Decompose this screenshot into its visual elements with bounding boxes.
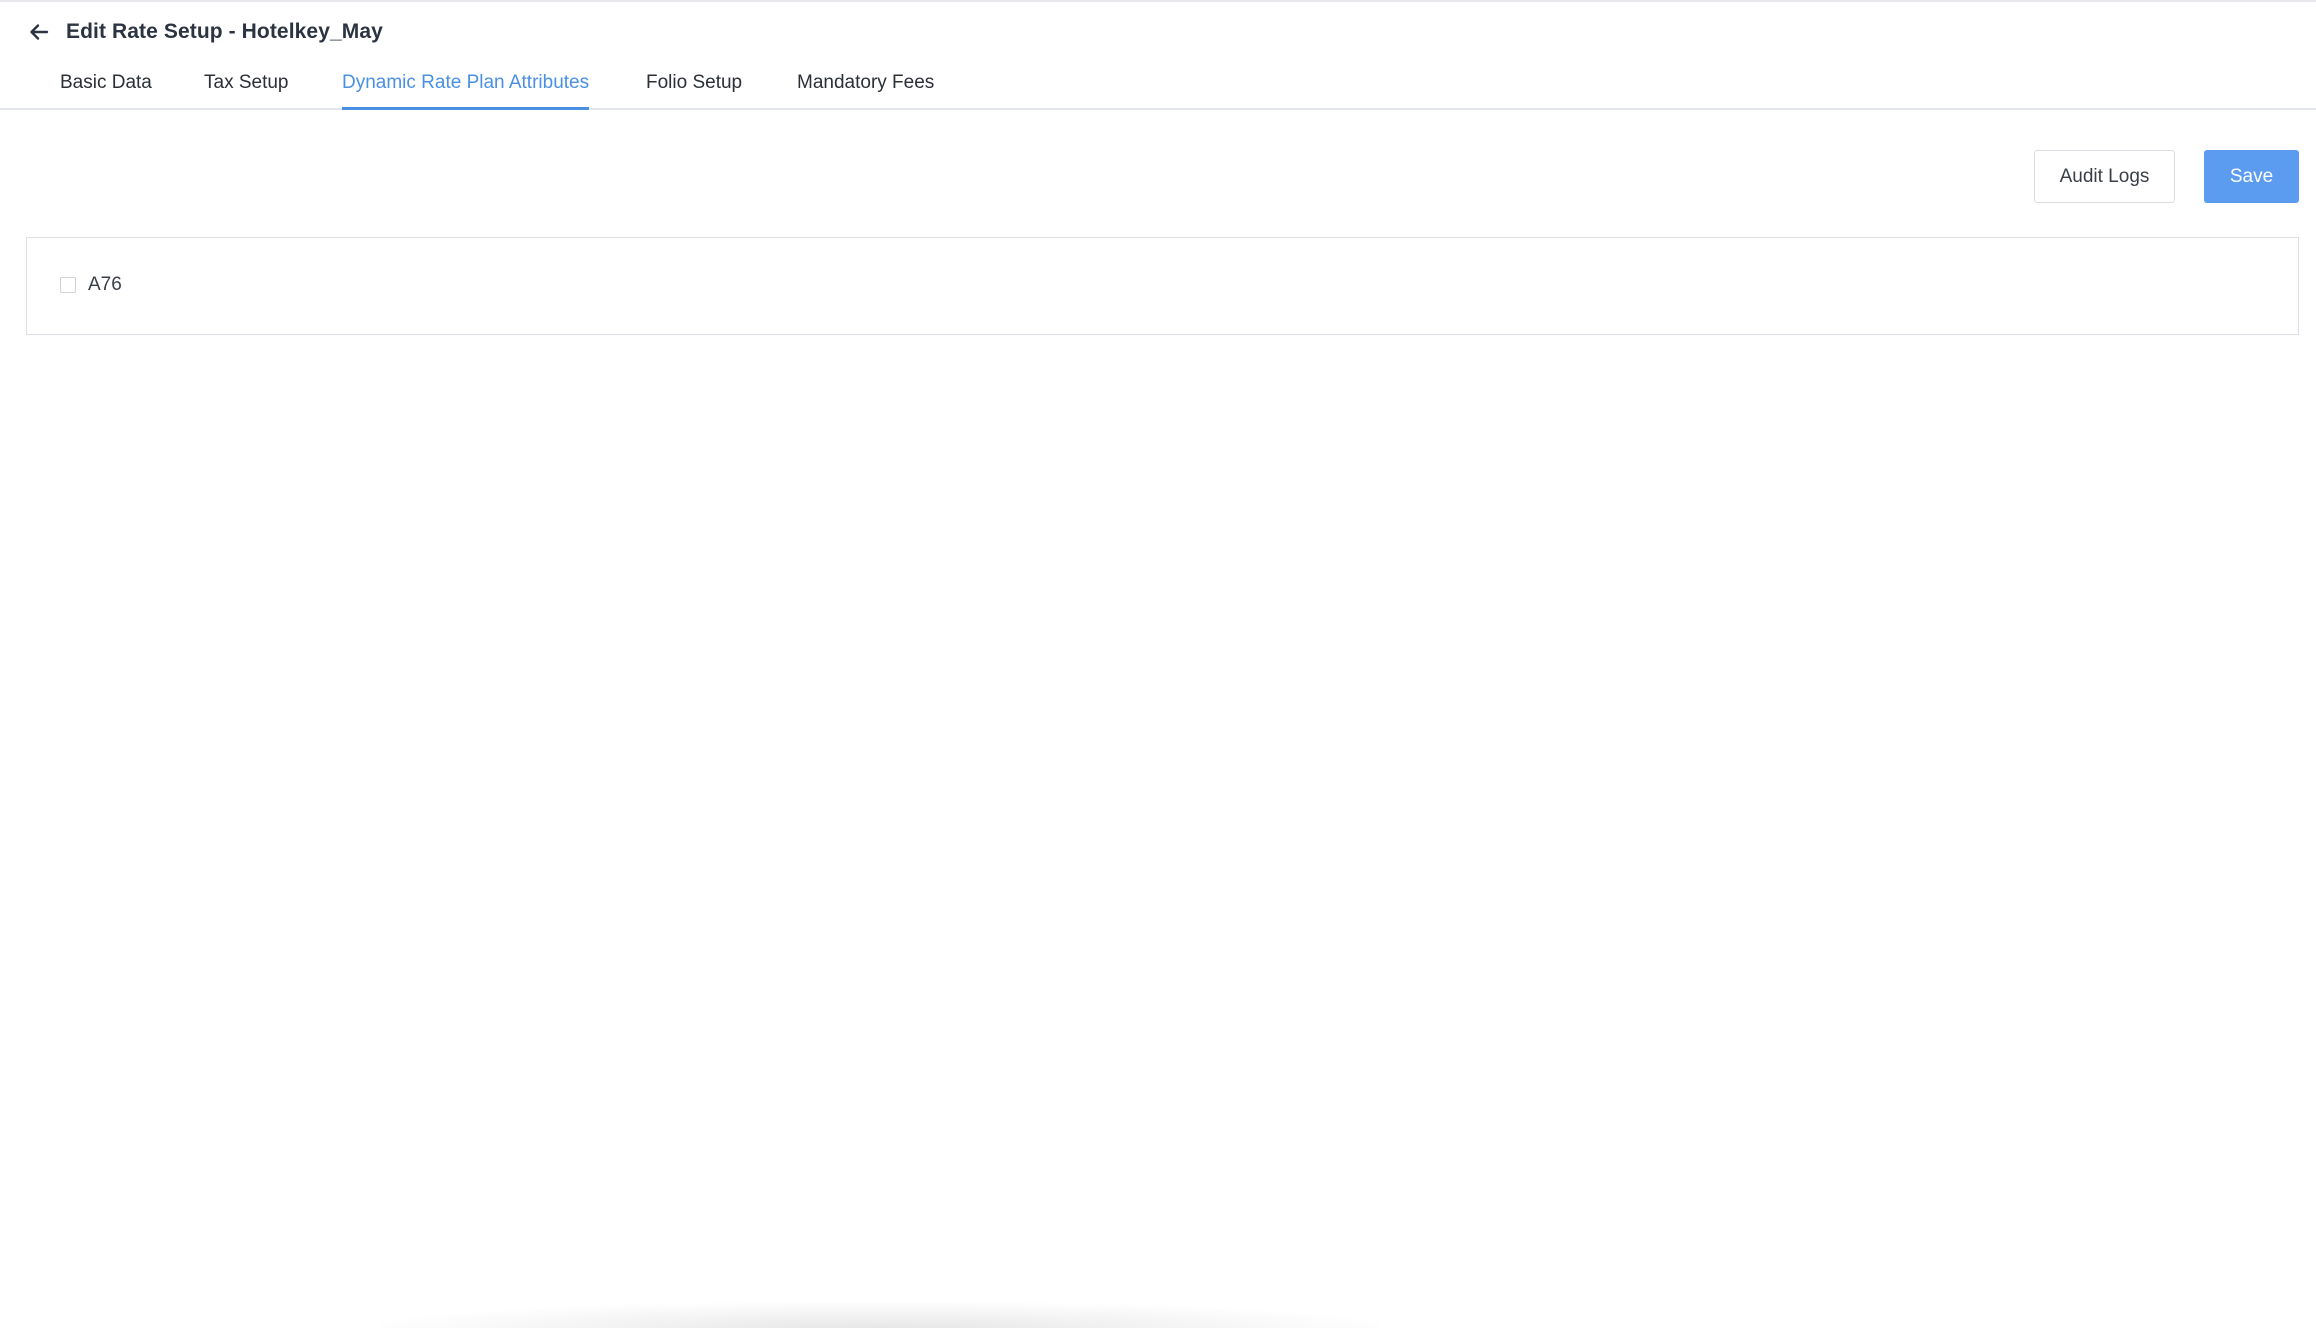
app-window: Edit Rate Setup - Hotelkey_May Basic Dat…: [0, 0, 2316, 1328]
bottom-shadow: [380, 1302, 1380, 1328]
attribute-label: A76: [88, 274, 122, 295]
tab-tax-setup[interactable]: Tax Setup: [204, 72, 289, 110]
tab-mandatory-fees[interactable]: Mandatory Fees: [797, 72, 934, 110]
back-button[interactable]: [26, 19, 52, 45]
tab-folio-setup[interactable]: Folio Setup: [646, 72, 742, 110]
attributes-panel: A76: [26, 237, 2299, 335]
tab-basic-data[interactable]: Basic Data: [60, 72, 152, 110]
tab-dynamic-rate-plan-attributes[interactable]: Dynamic Rate Plan Attributes: [342, 72, 590, 110]
page-title: Edit Rate Setup - Hotelkey_May: [66, 20, 383, 43]
attribute-item[interactable]: A76: [60, 274, 122, 296]
page-header: Edit Rate Setup - Hotelkey_May: [26, 16, 383, 48]
tab-bar: Basic Data Tax Setup Dynamic Rate Plan A…: [0, 66, 2316, 110]
save-button[interactable]: Save: [2204, 150, 2299, 203]
arrow-left-icon: [30, 24, 49, 40]
audit-logs-button[interactable]: Audit Logs: [2034, 150, 2175, 203]
attribute-checkbox[interactable]: [60, 277, 76, 293]
